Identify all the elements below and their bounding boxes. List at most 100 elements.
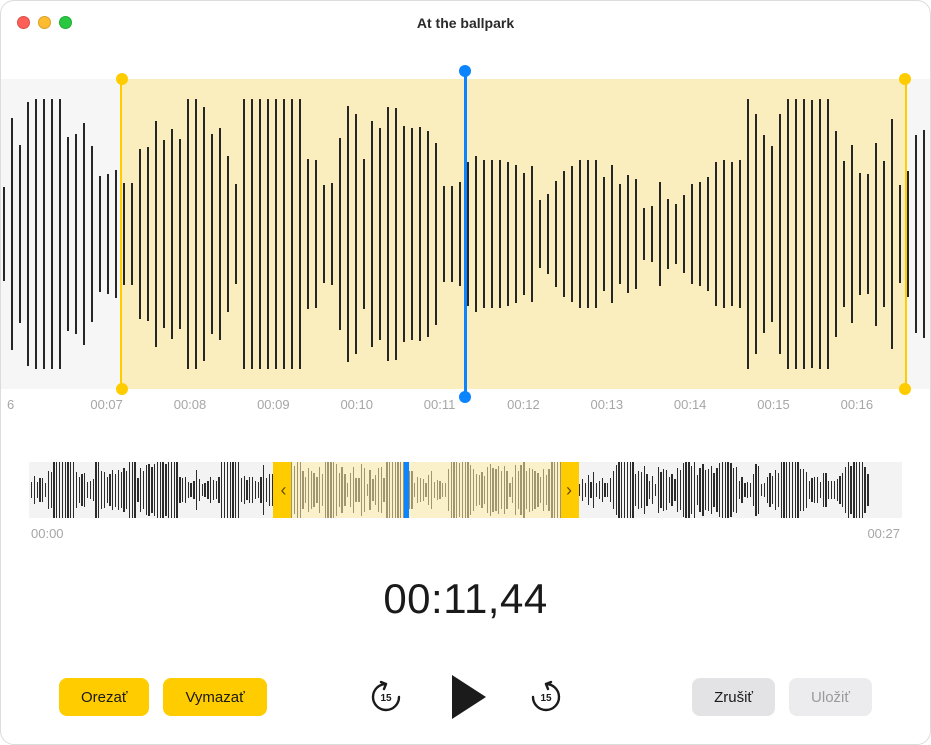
overview-area[interactable]: ‹ › 00:00 00:27 <box>29 462 902 541</box>
waveform-bar <box>491 160 493 309</box>
overview-waveform-bar <box>685 462 686 518</box>
overview-waveform-bar <box>602 478 603 502</box>
overview-waveform-bar <box>118 470 119 510</box>
waveform-bar <box>915 135 917 332</box>
waveform-bar <box>651 206 653 262</box>
controls-bar: Orezať Vymazať 15 15 Zrušiť Uložiť <box>1 678 930 716</box>
overview-waveform-bar <box>593 472 594 508</box>
playhead[interactable] <box>464 71 467 397</box>
traffic-lights <box>1 16 72 29</box>
delete-button[interactable]: Vymazať <box>163 678 266 716</box>
overview-waveform[interactable]: ‹ › <box>29 462 902 518</box>
overview-waveform-bar <box>112 470 113 510</box>
overview-waveform-bar <box>803 469 804 511</box>
overview-waveform-bar <box>658 467 659 513</box>
waveform-bar <box>723 160 725 309</box>
overview-waveform-bar <box>820 482 821 499</box>
overview-waveform-bar <box>669 477 670 503</box>
zoom-window-button[interactable] <box>59 16 72 29</box>
skip-forward-15-button[interactable]: 15 <box>526 677 566 717</box>
waveform-bar <box>467 162 469 306</box>
overview-waveform-bar <box>781 462 782 518</box>
cancel-button[interactable]: Zrušiť <box>692 678 775 716</box>
overview-waveform-bar <box>34 476 35 503</box>
waveform-bar <box>435 143 437 326</box>
overview-waveform-bar <box>132 462 133 518</box>
skip-back-15-button[interactable]: 15 <box>366 677 406 717</box>
overview-waveform-bar <box>224 462 225 518</box>
waveform-bar <box>11 118 13 350</box>
waveform-bar <box>531 166 533 301</box>
waveform-bar <box>699 182 701 285</box>
dialog-actions-group: Zrušiť Uložiť <box>692 678 872 716</box>
overview-waveform-bar <box>59 462 60 518</box>
overview-waveform-bar <box>613 471 614 510</box>
overview-waveform-bar <box>115 474 116 507</box>
overview-waveform-bar <box>610 478 611 502</box>
overview-playhead[interactable] <box>404 462 409 518</box>
waveform-bar <box>475 156 477 312</box>
waveform-bar <box>659 182 661 286</box>
overview-waveform-bar <box>607 483 608 497</box>
waveform-bar <box>291 99 293 369</box>
overview-waveform-bar <box>238 462 239 518</box>
waveform-bar <box>219 128 221 341</box>
overview-trim-handle-left[interactable]: ‹ <box>275 462 291 518</box>
overview-waveform-bar <box>655 484 656 496</box>
overview-waveform-bar <box>646 474 647 506</box>
overview-waveform-bar <box>190 483 191 496</box>
overview-waveform-bar <box>65 462 66 518</box>
waveform-bar <box>243 99 245 369</box>
ruler-tick: 00:15 <box>757 397 840 412</box>
overview-waveform-bar <box>856 462 857 518</box>
trim-handle-dot[interactable] <box>899 73 911 85</box>
waveform-bar <box>507 162 509 306</box>
overview-trim-handle-right[interactable]: › <box>561 462 577 518</box>
waveform-bar <box>251 99 253 369</box>
waveform-bar <box>403 126 405 342</box>
ruler-tick: 00:08 <box>174 397 257 412</box>
waveform-bar <box>347 106 349 362</box>
waveform-bar <box>539 200 541 268</box>
overview-waveform-bar <box>207 481 208 499</box>
overview-waveform-bar <box>828 481 829 498</box>
playhead-dot[interactable] <box>459 391 471 403</box>
overview-waveform-bar <box>109 474 110 506</box>
waveform-bar <box>315 160 317 307</box>
waveform-bar <box>667 199 669 270</box>
trim-handle-dot[interactable] <box>116 383 128 395</box>
trim-handle-dot[interactable] <box>899 383 911 395</box>
waveform-bar <box>819 99 821 369</box>
overview-waveform-bar <box>188 482 189 498</box>
overview-waveform-bar <box>727 462 728 518</box>
waveform-bar <box>603 177 605 291</box>
close-window-button[interactable] <box>17 16 30 29</box>
waveform-bar <box>235 184 237 284</box>
save-button[interactable]: Uložiť <box>789 678 872 716</box>
overview-waveform-bar <box>694 462 695 518</box>
overview-waveform-bar <box>258 482 259 498</box>
trim-handle-dot[interactable] <box>116 73 128 85</box>
main-waveform-area[interactable] <box>1 79 930 389</box>
play-button[interactable] <box>438 669 494 725</box>
waveform-bar <box>203 107 205 361</box>
waveform-bar <box>683 195 685 273</box>
overview-waveform-bar <box>825 473 826 507</box>
overview-waveform-bar <box>90 481 91 499</box>
overview-waveform-bar <box>93 479 94 502</box>
overview-waveform-bar <box>755 464 756 516</box>
overview-waveform-bar <box>859 462 860 518</box>
waveform-bar <box>195 99 197 369</box>
overview-waveform-bar <box>817 477 818 503</box>
overview-waveform-bar <box>204 483 205 496</box>
overview-waveform-bar <box>688 462 689 518</box>
overview-waveform-bar <box>196 470 197 509</box>
overview-waveform-bar <box>671 474 672 507</box>
waveform-bar <box>107 174 109 294</box>
playhead-dot[interactable] <box>459 65 471 77</box>
overview-waveform-bar <box>193 481 194 499</box>
trim-button[interactable]: Orezať <box>59 678 149 716</box>
overview-trim-selection[interactable]: ‹ › <box>273 462 579 518</box>
minimize-window-button[interactable] <box>38 16 51 29</box>
waveform-bar <box>155 121 157 347</box>
